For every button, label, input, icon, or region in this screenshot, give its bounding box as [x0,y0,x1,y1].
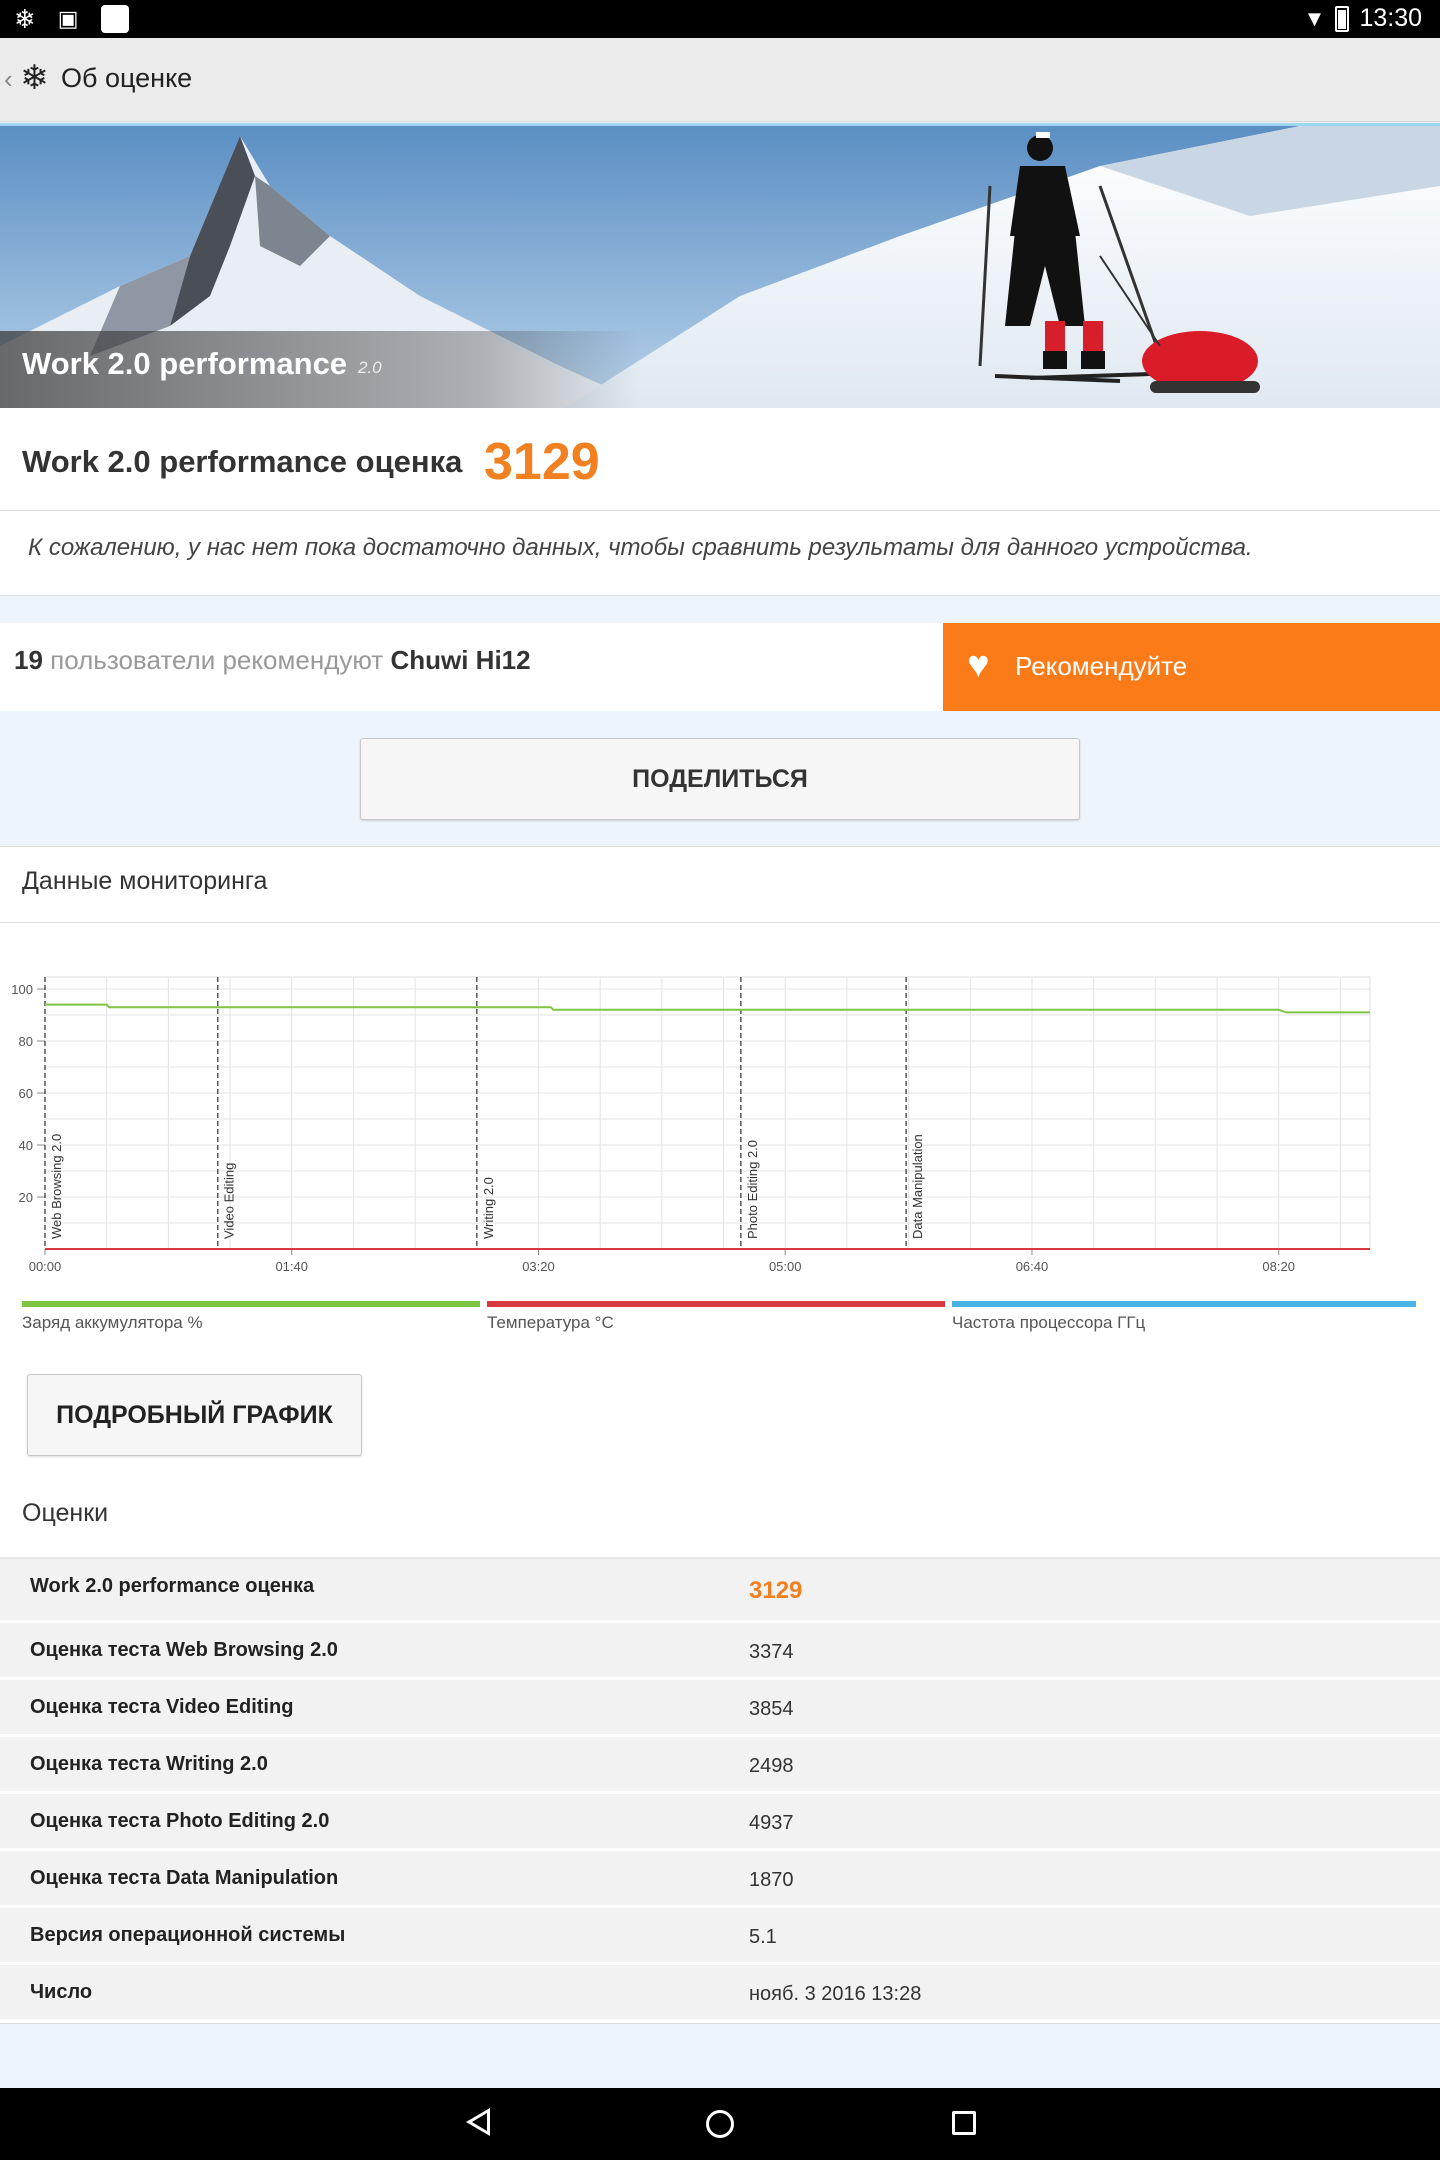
monitoring-chart: 100 80 60 40 20 00:00 01:40 03:20 05:00 06:40 08:2… [11,976,1371,1274]
device-name: Chuwi Hi12 [390,645,531,675]
snowflake-icon: ❄ [14,4,36,34]
navigation-bar [0,2088,1440,2160]
wifi-icon: ▼ [1303,5,1326,31]
row-value: 1870 [749,1869,794,1891]
recommend-bar: 19 пользователи рекомендуют Chuwi Hi12 [0,623,944,711]
scores-table: Work 2.0 performance оценка 3129 Оценка те… [0,1557,1440,2022]
test-marker-label: Web Browsing 2.0 [49,1134,64,1239]
test-marker-label: Video Editing [222,1163,237,1239]
test-marker-label: Data Manipulation [910,1134,925,1239]
hero-banner: Work 2.0 performance 2.0 [0,123,1440,408]
recommend-caption: пользователи рекомендуют [50,645,384,675]
score-card: Work 2.0 performance оценка 3129 К сожал… [0,408,1440,596]
table-row: Оценка теста Data Manipulation 1870 [0,1851,1440,1908]
row-label: Оценка теста Video Editing [30,1696,294,1718]
row-value: 4937 [749,1812,794,1834]
row-value: 5.1 [749,1926,777,1948]
monitoring-panel: Данные мониторинга 100 80 60 40 20 00:00 01:40… [0,846,1440,2024]
plot-area [44,976,1371,1250]
row-label: Work 2.0 performance оценка [30,1575,315,1597]
row-value: 2498 [749,1755,794,1777]
y-tick-label: 20 [19,1190,33,1205]
legend-swatch-cpu [952,1301,1416,1307]
legend-label-temperature: Температура °C [487,1313,614,1332]
row-label: Оценка теста Data Manipulation [30,1867,339,1889]
comparison-note: К сожалению, у нас нет пока достаточно д… [28,534,1253,561]
recommend-count: 19 [14,645,43,675]
legend-cpu-frequency: Частота процессора ГГц [952,1301,1416,1333]
x-tick-label: 01:40 [275,1259,308,1274]
monitoring-title: Данные мониторинга [22,867,268,895]
x-tick-label: 05:00 [769,1259,802,1274]
action-bar: ‹ ❄ Об оценке [0,38,1440,122]
table-row: Оценка теста Writing 2.0 2498 [0,1737,1440,1794]
battery-icon [1335,5,1350,32]
scores-title: Оценки [22,1499,109,1527]
y-tick-label: 40 [19,1138,33,1153]
score-label: Work 2.0 performance оценка [22,444,463,479]
snowflake-logo-icon[interactable]: ❄ [20,60,49,96]
row-label: Оценка теста Writing 2.0 [30,1753,268,1775]
table-row: Число нояб. 3 2016 13:28 [0,1965,1440,2022]
divider [0,510,1440,511]
row-label: Версия операционной системы [30,1924,346,1946]
legend-swatch-battery [22,1301,480,1307]
test-marker-label: Photo Editing 2.0 [745,1140,760,1239]
row-value: 3129 [749,1577,803,1604]
row-value: нояб. 3 2016 13:28 [749,1983,922,2005]
x-tick-label: 03:20 [522,1259,555,1274]
detailed-chart-button[interactable]: ПОДРОБНЫЙ ГРАФИК [27,1374,362,1456]
table-row: Work 2.0 performance оценка 3129 [0,1559,1440,1623]
legend-label-battery: Заряд аккумулятора % [22,1313,203,1332]
recommend-button[interactable]: ♥ Рекомендуйте [943,623,1440,711]
recommend-button-label: Рекомендуйте [1015,651,1188,681]
share-button[interactable]: ПОДЕЛИТЬСЯ [360,738,1080,820]
page-title: Об оценке [61,63,193,93]
divider [0,922,1440,923]
score-value: 3129 [484,433,600,491]
row-value: 3374 [749,1641,794,1663]
x-tick-label: 06:40 [1016,1259,1049,1274]
chevron-left-icon[interactable]: ‹ [4,64,13,95]
clock: 13:30 [1359,4,1422,32]
y-tick-label: 60 [19,1086,33,1101]
heart-icon: ♥ [967,644,990,686]
row-label: Оценка теста Photo Editing 2.0 [30,1810,330,1832]
table-row: Версия операционной системы 5.1 [0,1908,1440,1965]
legend-battery: Заряд аккумулятора % [22,1301,480,1333]
banner-version: 2.0 [358,358,382,377]
nav-recents-icon[interactable] [952,2111,976,2135]
y-tick-label: 100 [11,982,33,997]
legend-swatch-temperature [487,1301,945,1307]
table-row: Оценка теста Photo Editing 2.0 4937 [0,1794,1440,1851]
banner-title: Work 2.0 performance [22,346,348,381]
image-icon: ▣ [57,6,79,31]
y-tick-label: 80 [19,1034,33,1049]
nav-home-icon[interactable] [706,2110,734,2138]
x-tick-label: 00:00 [29,1259,62,1274]
square-icon [100,5,129,33]
status-bar: ❄ ▣ ▼ 13:30 [0,0,1440,38]
row-value: 3854 [749,1698,794,1720]
recommend-text: 19 пользователи рекомендуют Chuwi Hi12 [14,645,531,676]
x-tick-label: 08:20 [1262,1259,1295,1274]
table-row: Оценка теста Web Browsing 2.0 3374 [0,1623,1440,1680]
legend-label-cpu: Частота процессора ГГц [952,1313,1146,1332]
table-row: Оценка теста Video Editing 3854 [0,1680,1440,1737]
row-label: Число [30,1981,93,2003]
legend-temperature: Температура °C [487,1301,945,1333]
nav-back-icon[interactable] [466,2108,490,2136]
row-label: Оценка теста Web Browsing 2.0 [30,1639,338,1661]
test-marker-label: Writing 2.0 [481,1177,496,1239]
